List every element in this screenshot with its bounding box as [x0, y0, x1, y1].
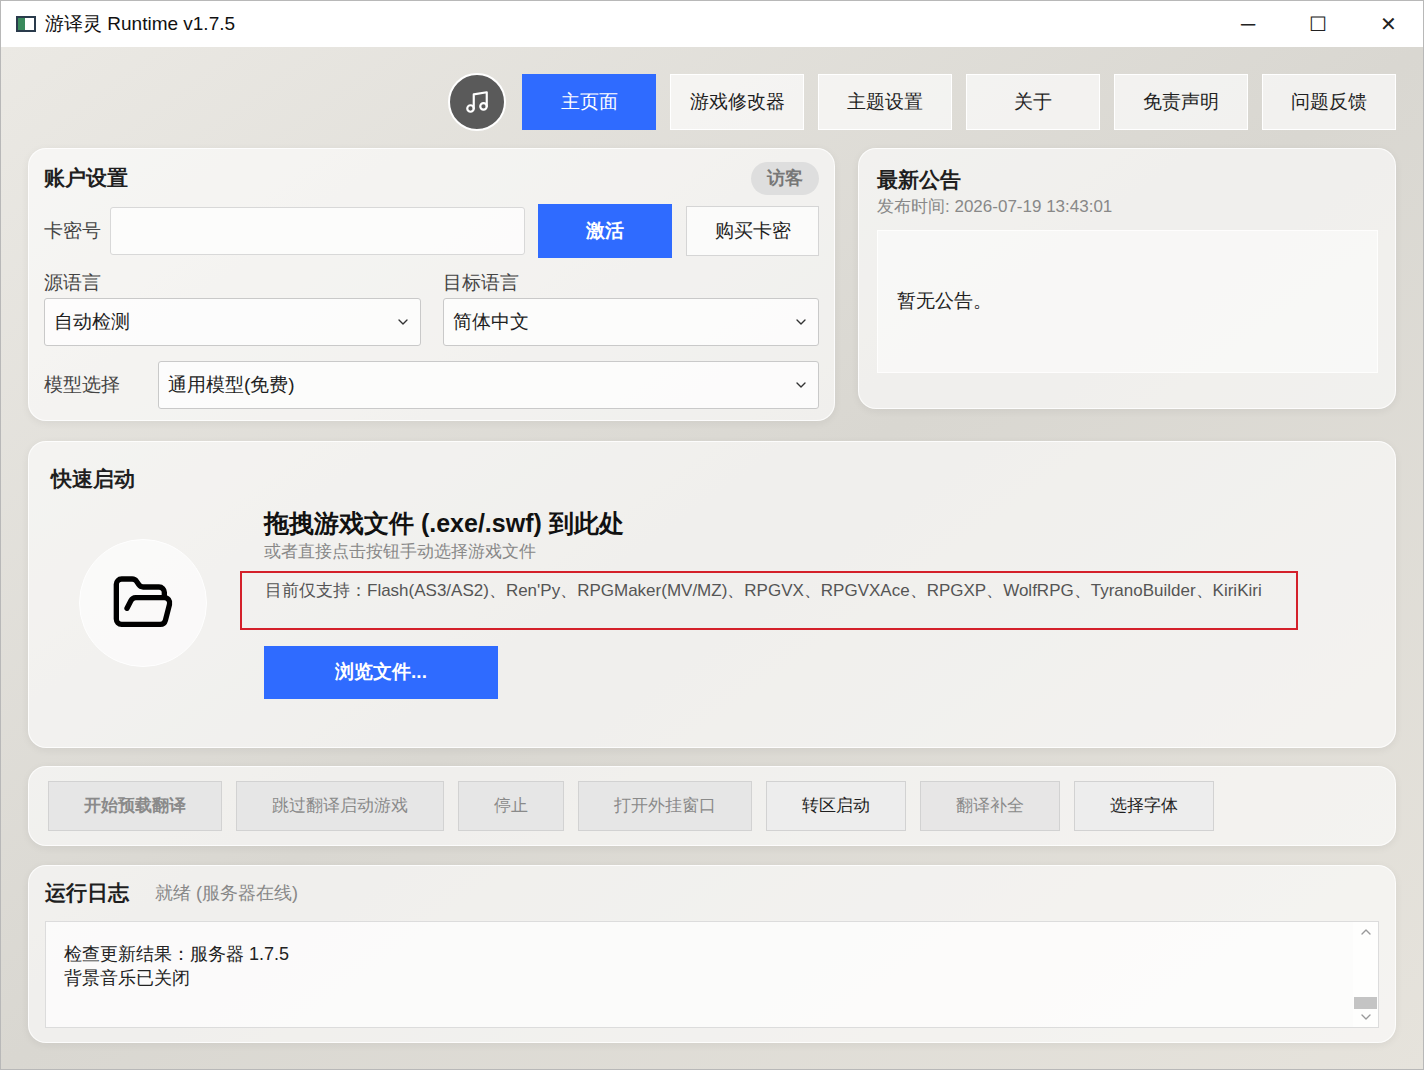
window-control-button[interactable]: ☐ [1283, 1, 1353, 47]
announcement-panel: 最新公告发布时间: 2026-07-19 13:43:01 暂无公告。 [858, 148, 1396, 409]
action-button[interactable]: 跳过翻译启动游戏 [236, 781, 444, 831]
scroll-down-icon[interactable] [1358, 1009, 1374, 1025]
action-button[interactable]: 开始预载翻译 [48, 781, 222, 831]
nav-bar: 主页面游戏修改器主题设置关于免责声明问题反馈 [28, 73, 1396, 131]
action-button[interactable]: 选择字体 [1074, 781, 1214, 831]
log-status: 就绪 (服务器在线) [155, 880, 298, 907]
target-language-select[interactable]: 简体中文 [443, 298, 820, 346]
log-line: 背景音乐已关闭 [64, 966, 1353, 990]
drop-heading: 拖拽游戏文件 (.exe/.swf) 到此处 [264, 507, 624, 539]
app-window: 游译灵 Runtime v1.7.5─☐✕主页面游戏修改器主题设置关于免责声明问… [0, 0, 1424, 1070]
quick-start-panel: 快速启动拖拽游戏文件 (.exe/.swf) 到此处或者直接点击按钮手动选择游戏… [28, 441, 1396, 748]
card-input[interactable] [110, 207, 525, 255]
account-title: 账户设置 [44, 162, 128, 194]
nav-tab[interactable]: 免责声明 [1114, 74, 1248, 130]
buy-card-button[interactable]: 购买卡密 [686, 206, 819, 256]
activate-button[interactable]: 激活 [538, 204, 672, 258]
action-button[interactable]: 转区启动 [766, 781, 906, 831]
window-control-button[interactable]: ✕ [1353, 1, 1423, 47]
folder-icon [111, 571, 175, 635]
announcement-box: 暂无公告。 [877, 230, 1378, 373]
scroll-up-icon[interactable] [1358, 924, 1374, 940]
action-button[interactable]: 停止 [458, 781, 564, 831]
nav-tab[interactable]: 问题反馈 [1262, 74, 1396, 130]
action-button[interactable]: 打开外挂窗口 [578, 781, 752, 831]
account-panel: 账户设置 访客卡密号 激活购买卡密源语言自动检测目标语言简体中文模型选择通用模型(免… [28, 148, 835, 421]
nav-tab[interactable]: 主题设置 [818, 74, 952, 130]
nav-tab[interactable]: 游戏修改器 [670, 74, 804, 130]
source-language-label: 源语言 [44, 272, 421, 294]
guest-badge: 访客 [751, 162, 819, 195]
window-control-button[interactable]: ─ [1213, 1, 1283, 47]
quick-start-title: 快速启动 [51, 465, 1395, 493]
nav-tab[interactable]: 主页面 [522, 74, 656, 130]
log-panel: 运行日志就绪 (服务器在线) 检查更新结果：服务器 1.7.5背景音乐已关闭 [28, 865, 1396, 1043]
target-language-label: 目标语言 [443, 272, 820, 294]
log-line: 检查更新结果：服务器 1.7.5 [64, 942, 1353, 966]
top-section: 账户设置 访客卡密号 激活购买卡密源语言自动检测目标语言简体中文模型选择通用模型(免… [28, 148, 1396, 421]
title-bar: 游译灵 Runtime v1.7.5─☐✕ [1, 1, 1423, 47]
model-select[interactable]: 通用模型(免费) [158, 361, 819, 409]
drop-hint: 或者直接点击按钮手动选择游戏文件 [264, 541, 536, 563]
log-scrollbar[interactable] [1353, 922, 1378, 1027]
scrollbar-thumb[interactable] [1354, 997, 1377, 1009]
app-icon [16, 16, 36, 32]
chevron-down-icon [793, 377, 809, 393]
supported-engines: 目前仅支持：Flash(AS3/AS2)、Ren'Py、RPGMaker(MV/… [240, 571, 1298, 630]
log-box: 检查更新结果：服务器 1.7.5背景音乐已关闭 [45, 921, 1379, 1028]
chevron-down-icon [793, 314, 809, 330]
action-button[interactable]: 翻译补全 [920, 781, 1060, 831]
actions-bar: 开始预载翻译跳过翻译启动游戏停止打开外挂窗口转区启动翻译补全选择字体 [28, 766, 1396, 846]
music-icon [464, 89, 490, 115]
folder-drop-zone[interactable] [79, 539, 207, 667]
announcement-time: 发布时间: 2026-07-19 13:43:01 [877, 196, 1378, 218]
chevron-down-icon [395, 314, 411, 330]
source-language-select[interactable]: 自动检测 [44, 298, 421, 346]
log-title: 运行日志 [45, 877, 129, 909]
announcement-title: 最新公告 [877, 166, 1378, 194]
card-label: 卡密号 [44, 217, 110, 246]
browse-button[interactable]: 浏览文件... [264, 646, 498, 699]
model-label: 模型选择 [44, 371, 158, 400]
main-area: 主页面游戏修改器主题设置关于免责声明问题反馈账户设置 访客卡密号 激活购买卡密源语言… [1, 47, 1423, 1069]
music-button[interactable] [448, 73, 506, 131]
nav-tab[interactable]: 关于 [966, 74, 1100, 130]
window-title: 游译灵 Runtime v1.7.5 [45, 10, 1213, 39]
announcement-body: 暂无公告。 [897, 287, 992, 316]
